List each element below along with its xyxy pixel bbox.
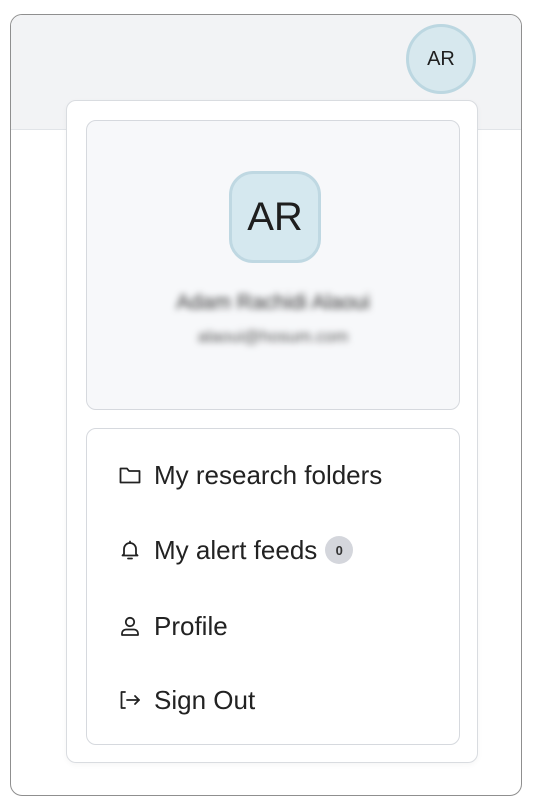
alert-count-badge: 0 — [325, 536, 354, 564]
user-icon — [118, 614, 142, 638]
bell-icon — [118, 538, 142, 562]
menu-item-sign-out[interactable]: Sign Out — [118, 680, 255, 720]
menu-item-label: Sign Out — [154, 684, 256, 715]
sign-out-icon — [118, 688, 142, 712]
menu-items: My research folders My alert feeds 0 Pro… — [86, 428, 460, 745]
app-window: AR AR Adam Rachidi Alaoui alaoui@hosum.c… — [10, 14, 522, 796]
menu-item-label: My research folders — [154, 459, 383, 490]
folder-icon — [118, 463, 142, 487]
menu-item-research-folders[interactable]: My research folders — [118, 455, 382, 495]
avatar: AR — [229, 171, 321, 263]
menu-item-alert-feeds[interactable]: My alert feeds 0 — [118, 530, 354, 570]
user-avatar-button[interactable]: AR — [406, 24, 476, 94]
user-email: alaoui@hosum.com — [197, 327, 349, 346]
account-dropdown-menu: AR Adam Rachidi Alaoui alaoui@hosum.com … — [66, 100, 478, 763]
user-name: Adam Rachidi Alaoui — [176, 291, 370, 314]
menu-item-label: My alert feeds — [154, 534, 318, 565]
profile-card: AR Adam Rachidi Alaoui alaoui@hosum.com — [86, 120, 460, 410]
menu-item-profile[interactable]: Profile — [118, 606, 228, 646]
menu-item-label: Profile — [154, 610, 228, 641]
